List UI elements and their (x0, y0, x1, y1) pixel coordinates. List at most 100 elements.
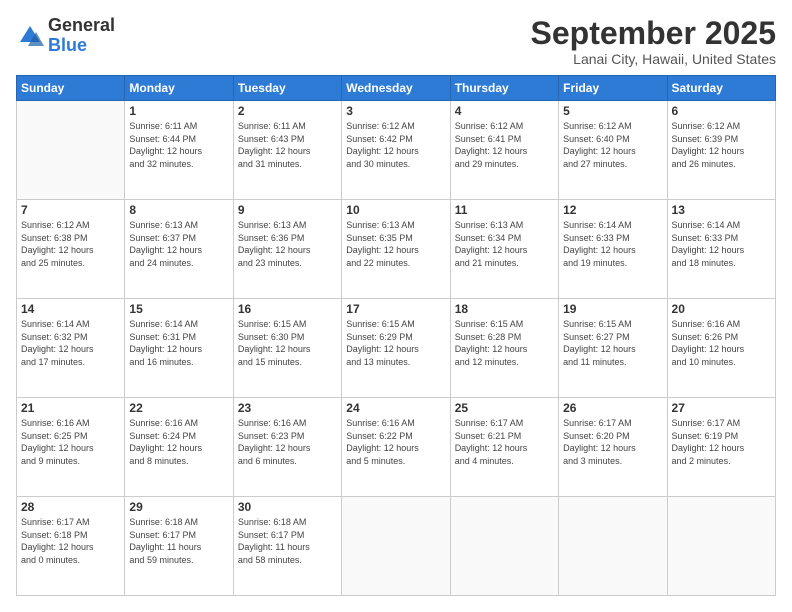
logo: General Blue (16, 16, 115, 56)
calendar-cell: 9 Sunrise: 6:13 AM Sunset: 6:36 PM Daylig… (233, 200, 341, 299)
logo-general: General (48, 15, 115, 35)
calendar-cell: 8 Sunrise: 6:13 AM Sunset: 6:37 PM Daylig… (125, 200, 233, 299)
calendar-cell: 17Sunrise: 6:15 AM Sunset: 6:29 PM Dayli… (342, 299, 450, 398)
calendar-row: 28Sunrise: 6:17 AM Sunset: 6:18 PM Dayli… (17, 497, 776, 596)
calendar-cell: 22Sunrise: 6:16 AM Sunset: 6:24 PM Dayli… (125, 398, 233, 497)
calendar-row: 7 Sunrise: 6:12 AM Sunset: 6:38 PM Daylig… (17, 200, 776, 299)
day-number: 20 (672, 302, 771, 316)
day-info: Sunrise: 6:13 AM Sunset: 6:37 PM Dayligh… (129, 219, 228, 269)
header: General Blue September 2025 Lanai City, … (16, 16, 776, 67)
calendar-cell: 23 Sunrise: 6:16 AM Sunset: 6:23 PM Dayli… (233, 398, 341, 497)
day-info: Sunrise: 6:12 AM Sunset: 6:42 PM Dayligh… (346, 120, 445, 170)
day-number: 12 (563, 203, 662, 217)
day-info: Sunrise: 6:17 AM Sunset: 6:18 PM Dayligh… (21, 516, 120, 566)
logo-blue: Blue (48, 35, 87, 55)
day-number: 21 (21, 401, 120, 415)
day-number: 24 (346, 401, 445, 415)
day-number: 25 (455, 401, 554, 415)
weekday-header: Wednesday (342, 76, 450, 101)
day-number: 7 (21, 203, 120, 217)
calendar-cell: 18Sunrise: 6:15 AM Sunset: 6:28 PM Dayli… (450, 299, 558, 398)
calendar-cell: 4 Sunrise: 6:12 AM Sunset: 6:41 PM Daylig… (450, 101, 558, 200)
calendar-cell: 6 Sunrise: 6:12 AM Sunset: 6:39 PM Daylig… (667, 101, 775, 200)
logo-text: General Blue (48, 16, 115, 56)
calendar-row: 14Sunrise: 6:14 AM Sunset: 6:32 PM Dayli… (17, 299, 776, 398)
weekday-header: Saturday (667, 76, 775, 101)
calendar-row: 1 Sunrise: 6:11 AM Sunset: 6:44 PM Daylig… (17, 101, 776, 200)
day-number: 5 (563, 104, 662, 118)
day-number: 8 (129, 203, 228, 217)
day-number: 26 (563, 401, 662, 415)
weekday-header: Thursday (450, 76, 558, 101)
day-number: 9 (238, 203, 337, 217)
weekday-header: Tuesday (233, 76, 341, 101)
calendar-cell: 20Sunrise: 6:16 AM Sunset: 6:26 PM Dayli… (667, 299, 775, 398)
day-number: 10 (346, 203, 445, 217)
calendar-header-row: SundayMondayTuesdayWednesdayThursdayFrid… (17, 76, 776, 101)
day-number: 15 (129, 302, 228, 316)
day-info: Sunrise: 6:12 AM Sunset: 6:38 PM Dayligh… (21, 219, 120, 269)
day-info: Sunrise: 6:12 AM Sunset: 6:41 PM Dayligh… (455, 120, 554, 170)
calendar-cell: 13 Sunrise: 6:14 AM Sunset: 6:33 PM Dayli… (667, 200, 775, 299)
day-info: Sunrise: 6:14 AM Sunset: 6:33 PM Dayligh… (563, 219, 662, 269)
calendar-cell: 12 Sunrise: 6:14 AM Sunset: 6:33 PM Dayli… (559, 200, 667, 299)
day-info: Sunrise: 6:15 AM Sunset: 6:30 PM Dayligh… (238, 318, 337, 368)
day-info: Sunrise: 6:14 AM Sunset: 6:32 PM Dayligh… (21, 318, 120, 368)
day-info: Sunrise: 6:16 AM Sunset: 6:25 PM Dayligh… (21, 417, 120, 467)
day-number: 6 (672, 104, 771, 118)
month-title: September 2025 (531, 16, 776, 51)
day-number: 27 (672, 401, 771, 415)
calendar-cell: 3 Sunrise: 6:12 AM Sunset: 6:42 PM Daylig… (342, 101, 450, 200)
day-info: Sunrise: 6:14 AM Sunset: 6:31 PM Dayligh… (129, 318, 228, 368)
weekday-header: Friday (559, 76, 667, 101)
calendar-cell: 19Sunrise: 6:15 AM Sunset: 6:27 PM Dayli… (559, 299, 667, 398)
day-number: 22 (129, 401, 228, 415)
calendar-cell: 2Sunrise: 6:11 AM Sunset: 6:43 PM Daylig… (233, 101, 341, 200)
calendar-cell (559, 497, 667, 596)
day-info: Sunrise: 6:16 AM Sunset: 6:22 PM Dayligh… (346, 417, 445, 467)
calendar-cell: 26 Sunrise: 6:17 AM Sunset: 6:20 PM Dayli… (559, 398, 667, 497)
day-number: 3 (346, 104, 445, 118)
calendar-cell: 1 Sunrise: 6:11 AM Sunset: 6:44 PM Daylig… (125, 101, 233, 200)
day-info: Sunrise: 6:15 AM Sunset: 6:27 PM Dayligh… (563, 318, 662, 368)
day-number: 29 (129, 500, 228, 514)
calendar-cell: 5 Sunrise: 6:12 AM Sunset: 6:40 PM Daylig… (559, 101, 667, 200)
day-number: 23 (238, 401, 337, 415)
calendar-cell: 15 Sunrise: 6:14 AM Sunset: 6:31 PM Dayli… (125, 299, 233, 398)
calendar-cell: 14Sunrise: 6:14 AM Sunset: 6:32 PM Dayli… (17, 299, 125, 398)
calendar-cell: 16Sunrise: 6:15 AM Sunset: 6:30 PM Dayli… (233, 299, 341, 398)
day-info: Sunrise: 6:13 AM Sunset: 6:36 PM Dayligh… (238, 219, 337, 269)
day-info: Sunrise: 6:14 AM Sunset: 6:33 PM Dayligh… (672, 219, 771, 269)
day-number: 1 (129, 104, 228, 118)
calendar-cell: 24 Sunrise: 6:16 AM Sunset: 6:22 PM Dayli… (342, 398, 450, 497)
title-block: September 2025 Lanai City, Hawaii, Unite… (531, 16, 776, 67)
day-number: 18 (455, 302, 554, 316)
weekday-header: Sunday (17, 76, 125, 101)
calendar-cell: 7 Sunrise: 6:12 AM Sunset: 6:38 PM Daylig… (17, 200, 125, 299)
day-info: Sunrise: 6:16 AM Sunset: 6:23 PM Dayligh… (238, 417, 337, 467)
day-info: Sunrise: 6:13 AM Sunset: 6:35 PM Dayligh… (346, 219, 445, 269)
calendar-cell (17, 101, 125, 200)
calendar-cell: 21 Sunrise: 6:16 AM Sunset: 6:25 PM Dayli… (17, 398, 125, 497)
day-info: Sunrise: 6:17 AM Sunset: 6:21 PM Dayligh… (455, 417, 554, 467)
calendar-cell (450, 497, 558, 596)
day-info: Sunrise: 6:12 AM Sunset: 6:39 PM Dayligh… (672, 120, 771, 170)
day-info: Sunrise: 6:17 AM Sunset: 6:19 PM Dayligh… (672, 417, 771, 467)
day-number: 13 (672, 203, 771, 217)
day-info: Sunrise: 6:11 AM Sunset: 6:44 PM Dayligh… (129, 120, 228, 170)
calendar-cell: 10 Sunrise: 6:13 AM Sunset: 6:35 PM Dayli… (342, 200, 450, 299)
calendar: SundayMondayTuesdayWednesdayThursdayFrid… (16, 75, 776, 596)
day-info: Sunrise: 6:11 AM Sunset: 6:43 PM Dayligh… (238, 120, 337, 170)
calendar-cell: 25 Sunrise: 6:17 AM Sunset: 6:21 PM Dayli… (450, 398, 558, 497)
weekday-header: Monday (125, 76, 233, 101)
day-info: Sunrise: 6:18 AM Sunset: 6:17 PM Dayligh… (129, 516, 228, 566)
day-info: Sunrise: 6:12 AM Sunset: 6:40 PM Dayligh… (563, 120, 662, 170)
day-info: Sunrise: 6:13 AM Sunset: 6:34 PM Dayligh… (455, 219, 554, 269)
page: General Blue September 2025 Lanai City, … (0, 0, 792, 612)
calendar-cell: 28Sunrise: 6:17 AM Sunset: 6:18 PM Dayli… (17, 497, 125, 596)
day-number: 11 (455, 203, 554, 217)
day-number: 30 (238, 500, 337, 514)
day-info: Sunrise: 6:17 AM Sunset: 6:20 PM Dayligh… (563, 417, 662, 467)
day-number: 17 (346, 302, 445, 316)
day-number: 4 (455, 104, 554, 118)
